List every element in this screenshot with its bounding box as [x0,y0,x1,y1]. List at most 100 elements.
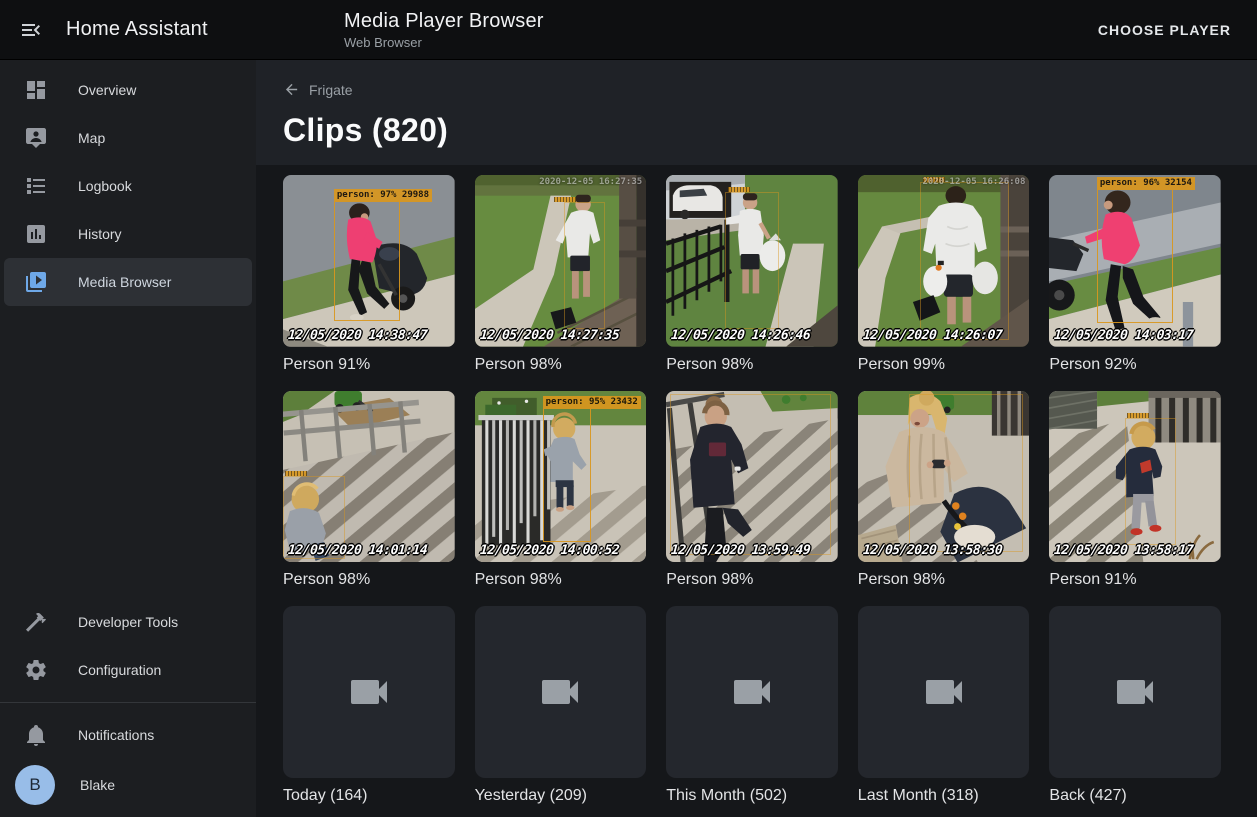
clip-card[interactable]: 12/05/2020 13:58:30Person 98% [858,391,1030,590]
sidebar-item-overview[interactable]: Overview [4,66,252,114]
folder-card-yesterday-[interactable]: Yesterday (209) [475,606,647,805]
clip-thumbnail: person: 97% 2998812/05/2020 14:38:47 [283,175,455,347]
folder-card-last-month-[interactable]: Last Month (318) [858,606,1030,805]
clip-thumbnail: 12/05/2020 13:58:17 [1049,391,1221,563]
timestamp-overlay: 12/05/2020 14:03:17 [1054,328,1194,343]
home-assistant-app: Home Assistant Media Player Browser Web … [0,0,1257,817]
clip-thumbnail: 2020-12-05 16:26:08 12/05/2020 14:26:07 [858,175,1030,347]
clip-caption: Person 92% [1049,356,1221,374]
page-title-block: Media Player Browser Web Browser [344,10,544,50]
clip-card[interactable]: 12/05/2020 13:58:17 Person 91% [1049,391,1221,590]
detection-tag [285,471,307,476]
folder-thumbnail [1049,606,1221,778]
clip-caption: Person 98% [283,571,455,589]
clip-card[interactable]: 12/05/2020 13:59:49Person 98% [666,391,838,590]
clip-card[interactable]: person: 95% 2343212/05/2020 14:00:52Pers… [475,391,647,590]
camera-overlay-timestamp: 2020-12-05 16:27:35 [539,177,642,187]
clip-caption: Person 91% [1049,571,1221,589]
detection-bounding-box [670,394,831,555]
detection-label: person: 96% 32154 [1097,177,1195,190]
sidebar-item-notifications[interactable]: Notifications [4,711,252,759]
dashboard-icon [24,78,48,102]
clip-thumbnail: 2020-12-05 16:27:35 12/05/2020 14:27:35 [475,175,647,347]
timestamp-overlay: 12/05/2020 14:26:07 [862,328,1002,343]
folder-thumbnail [283,606,455,778]
folder-caption: Today (164) [283,787,455,805]
breadcrumb-label: Frigate [309,82,353,98]
clip-card[interactable]: person: 96% 32154 12/05/2020 14:03:17 Pers… [1049,175,1221,374]
page-subtitle: Web Browser [344,35,544,50]
app-title: Home Assistant [66,18,208,41]
detection-bounding-box: person: 96% 32154 [1097,189,1173,323]
bell-icon [24,723,48,747]
page-heading: Clips (820) [283,112,1229,149]
clip-card[interactable]: 12/05/2020 14:26:46Person 98% [666,175,838,374]
folder-caption: Last Month (318) [858,787,1030,805]
app-bar: Media Player Browser Web Browser CHOOSE … [256,0,1257,60]
camera-overlay-timestamp: 2020-12-05 16:26:08 [922,177,1025,187]
detection-label: person: 95% 23432 [543,396,641,409]
folder-caption: Yesterday (209) [475,787,647,805]
folder-thumbnail [858,606,1030,778]
folder-caption: This Month (502) [666,787,838,805]
sidebar-header: Home Assistant [0,0,256,60]
menu-open-icon [19,18,43,42]
video-icon [536,668,584,716]
clip-caption: Person 98% [666,356,838,374]
timestamp-overlay: 12/05/2020 14:01:14 [287,543,427,558]
sidebar-item-label: Developer Tools [78,614,178,630]
sidebar-user-profile[interactable]: BBlake [4,759,252,811]
user-name: Blake [80,777,115,793]
folder-thumbnail [475,606,647,778]
sidebar-item-history[interactable]: History [4,210,252,258]
detection-bounding-box: person: 95% 23432 [543,408,591,542]
detection-bounding-box [1125,418,1176,545]
folder-card-this-month-[interactable]: This Month (502) [666,606,838,805]
timestamp-overlay: 12/05/2020 14:00:52 [479,543,619,558]
page-title: Media Player Browser [344,10,544,33]
sidebar-item-media-browser[interactable]: Media Browser [4,258,252,306]
detection-tag [554,197,576,202]
breadcrumb[interactable]: Frigate [283,81,353,98]
folder-caption: Back (427) [1049,787,1221,805]
media-browser-icon [24,270,48,294]
timestamp-overlay: 12/05/2020 14:27:35 [479,328,619,343]
timestamp-overlay: 12/05/2020 13:59:49 [671,543,811,558]
detection-tag [728,187,750,192]
clip-caption: Person 91% [283,356,455,374]
detection-tag [1127,413,1149,418]
clip-thumbnail: 12/05/2020 14:01:14 [283,391,455,563]
history-icon [24,222,48,246]
sidebar-item-map[interactable]: Map [4,114,252,162]
clip-caption: Person 99% [858,356,1030,374]
media-content: person: 97% 2998812/05/2020 14:38:47 Pers… [256,165,1257,817]
detection-bounding-box: person: 97% 29988 [334,201,399,321]
sidebar-item-configuration[interactable]: Configuration [4,646,252,694]
sidebar-item-label: Media Browser [78,274,171,290]
developer-tools-icon [24,610,48,634]
folder-card-today-[interactable]: Today (164) [283,606,455,805]
detection-bounding-box [725,192,780,329]
map-icon [24,126,48,150]
clip-card[interactable]: 12/05/2020 14:01:14 Person 98% [283,391,455,590]
detection-bounding-box [909,394,1022,552]
sidebar-item-logbook[interactable]: Logbook [4,162,252,210]
sidebar-item-label: Configuration [78,662,161,678]
arrow-left-icon [283,81,300,98]
sidebar-divider [0,702,256,703]
folder-thumbnail [666,606,838,778]
menu-toggle-button[interactable] [18,17,44,43]
clip-thumbnail: 12/05/2020 13:58:30 [858,391,1030,563]
clip-thumbnail: 12/05/2020 13:59:49 [666,391,838,563]
sidebar-item-label: Notifications [78,727,154,743]
logbook-icon [24,174,48,198]
clip-card[interactable]: 2020-12-05 16:26:08 12/05/2020 14:26:07 Pe… [858,175,1030,374]
video-icon [345,668,393,716]
sidebar-item-developer-tools[interactable]: Developer Tools [4,598,252,646]
sidebar-item-label: Overview [78,82,136,98]
choose-player-button[interactable]: CHOOSE PLAYER [1088,13,1241,47]
folder-card-back-[interactable]: Back (427) [1049,606,1221,805]
clip-card[interactable]: person: 97% 2998812/05/2020 14:38:47 Pers… [283,175,455,374]
sidebar-spacer [0,306,256,598]
clip-card[interactable]: 2020-12-05 16:27:3512/05/2020 14:27:35Pe… [475,175,647,374]
